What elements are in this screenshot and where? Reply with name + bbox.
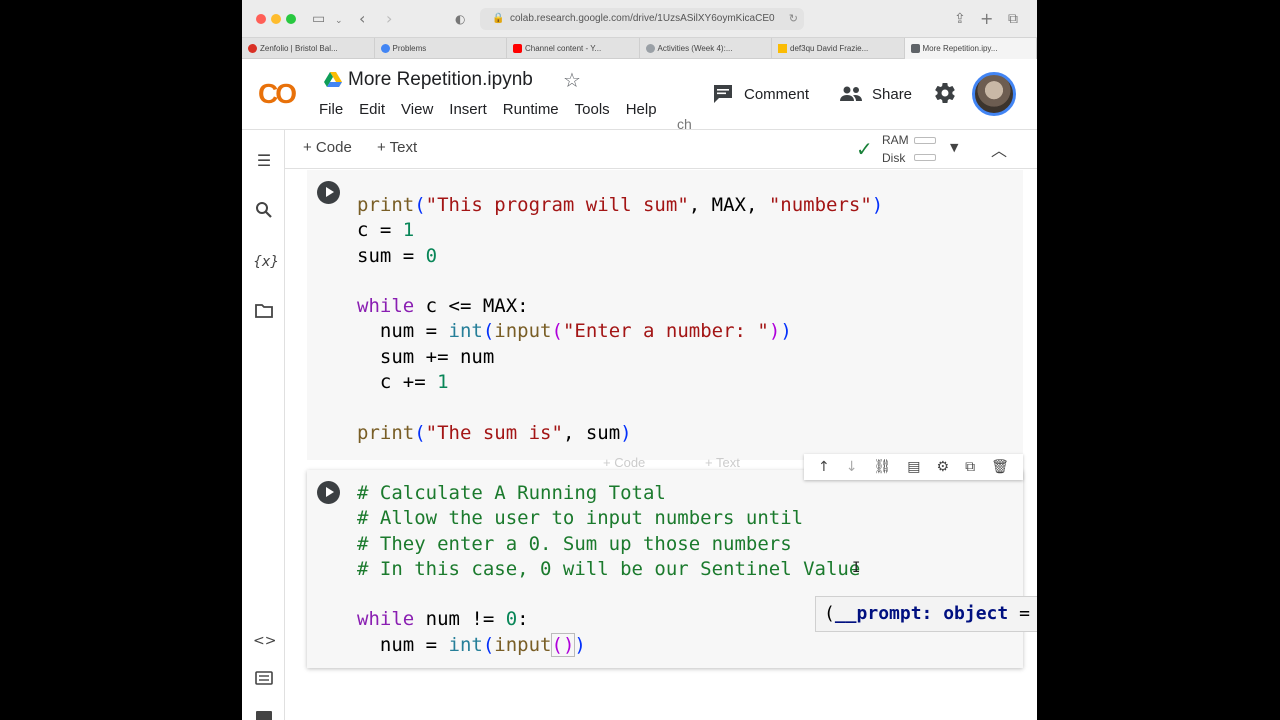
tab-label: def3qu David Frazie... [790, 44, 869, 53]
avatar[interactable] [972, 72, 1016, 116]
chevron-down-icon[interactable]: ▼ [950, 141, 958, 154]
tab-activities[interactable]: Activities (Week 4):... [640, 38, 772, 59]
terminal-icon[interactable] [253, 708, 275, 720]
menu-view[interactable]: View [401, 101, 433, 118]
zenfolio-favicon-icon [248, 44, 257, 53]
insert-code-button[interactable]: + Code [603, 455, 645, 470]
menu-file[interactable]: File [319, 101, 343, 118]
search-icon[interactable] [253, 201, 275, 223]
back-icon[interactable]: ‹ [359, 9, 365, 29]
logo-text: CO [258, 78, 297, 109]
tooltip-param: __prompt: object [834, 603, 1009, 624]
tab-label: Channel content - Y... [525, 44, 602, 53]
colab-logo[interactable]: CO [258, 78, 297, 110]
people-icon [840, 86, 862, 101]
menu-runtime[interactable]: Runtime [503, 101, 559, 118]
settings-icon[interactable]: ⚙ [937, 459, 950, 475]
privacy-shield-icon[interactable]: ◐ [455, 9, 465, 29]
comment-label: Comment [744, 85, 810, 103]
comment-button[interactable]: Comment [712, 82, 809, 106]
tab-more-repetition[interactable]: More Repetition.ipy... [904, 38, 1037, 59]
tooltip-rest: = ..., /) -> [1019, 603, 1030, 624]
left-rail: ☰ {x} <> [242, 130, 285, 720]
menu-tools[interactable]: Tools [575, 101, 610, 118]
delete-icon[interactable]: 🗑 [991, 459, 1009, 475]
tooltip-open-paren: ( [824, 603, 835, 624]
share-label: Share [872, 85, 913, 103]
colab-header: CO More Repetition.ipynb ☆ File Edit Vie… [242, 60, 1037, 132]
variables-icon[interactable]: {x} [253, 251, 279, 273]
mirror-icon[interactable]: ⧉ [965, 459, 975, 475]
code-editor[interactable]: print("This program will sum", MAX, "num… [357, 193, 883, 446]
tab-label: Problems [392, 44, 427, 53]
minimize-window-button[interactable] [271, 14, 281, 24]
tab-label: Activities (Week 4):... [657, 44, 733, 53]
ram-usage-bar[interactable] [914, 137, 936, 144]
tab-overview-icon[interactable]: ⧉ [1008, 9, 1018, 29]
share-sheet-icon[interactable]: ⇪ [954, 9, 966, 29]
url-text: colab.research.google.com/drive/1UzsASil… [510, 13, 775, 24]
cell-toolbar: ↑ ↓ ⛓ ▤ ⚙ ⧉ 🗑 [804, 454, 1023, 480]
lock-icon: 🔒 [492, 13, 505, 24]
code-editor[interactable]: # Calculate A Running Total # Allow the … [357, 481, 860, 658]
drive-icon[interactable] [324, 72, 342, 88]
menu-insert[interactable]: Insert [449, 101, 487, 118]
menu-edit[interactable]: Edit [359, 101, 385, 118]
problems-favicon-icon [380, 44, 390, 53]
forward-icon[interactable]: › [386, 9, 392, 29]
signature-tooltip: (__prompt: object = ..., /) -> str [815, 596, 1037, 632]
notebook-title[interactable]: More Repetition.ipynb [348, 69, 533, 91]
tab-problems[interactable]: Problems [375, 38, 507, 59]
star-icon[interactable]: ☆ [563, 68, 581, 92]
code-snippets-icon[interactable]: <> [253, 630, 276, 652]
add-code-button[interactable]: + Code [303, 139, 352, 156]
google-favicon-icon [910, 44, 920, 53]
disk-label: Disk [882, 151, 906, 165]
tab-label: Zenfolio | Bristol Bal... [260, 44, 338, 53]
ram-label: RAM [882, 133, 909, 147]
disk-usage-bar[interactable] [914, 154, 936, 161]
move-up-icon[interactable]: ↑ [818, 459, 830, 475]
folder-icon[interactable] [253, 302, 275, 324]
close-window-button[interactable] [256, 14, 266, 24]
code-cell-1[interactable]: print("This program will sum", MAX, "num… [307, 170, 1023, 460]
run-cell-button[interactable] [317, 481, 340, 504]
insert-text-button[interactable]: + Text [705, 455, 740, 470]
tab-zenfolio[interactable]: Zenfolio | Bristol Bal... [242, 38, 375, 59]
link-icon[interactable]: ⛓ [874, 459, 892, 475]
browser-toolbar: ▭ ⌄ ‹ › ◐ 🔒 colab.research.google.com/dr… [242, 0, 1037, 38]
tab-bar: Zenfolio | Bristol Bal... Problems Chann… [242, 38, 1037, 59]
address-bar[interactable]: 🔒 colab.research.google.com/drive/1UzsAS… [480, 8, 804, 30]
zoom-window-button[interactable] [286, 14, 296, 24]
comment-icon [714, 85, 732, 103]
chevron-down-icon[interactable]: ⌄ [335, 11, 343, 31]
reload-icon[interactable]: ↻ [789, 8, 798, 30]
tab-channel-content[interactable]: Channel content - Y... [507, 38, 640, 59]
new-tab-icon[interactable]: + [980, 9, 993, 29]
tab-label: More Repetition.ipy... [922, 44, 998, 53]
notebook-area: print("This program will sum", MAX, "num… [285, 170, 1037, 720]
collapse-header-icon[interactable]: ︿ [991, 137, 1007, 161]
tab-drive-folder[interactable]: def3qu David Frazie... [772, 38, 905, 59]
menu-bar: File Edit View Insert Runtime Tools Help [319, 101, 673, 118]
share-button[interactable]: Share [840, 82, 912, 106]
move-down-icon[interactable]: ↓ [846, 459, 858, 475]
menu-help[interactable]: Help [626, 101, 657, 118]
comment-icon[interactable]: ▤ [907, 459, 920, 475]
youtube-favicon-icon [513, 44, 522, 53]
code-cell-2[interactable]: # Calculate A Running Total # Allow the … [307, 470, 1023, 668]
sidebar-toggle-icon[interactable]: ▭ [312, 9, 325, 29]
activities-favicon-icon [645, 44, 655, 53]
terminal-list-icon[interactable] [253, 669, 275, 691]
connected-check-icon: ✓ [856, 137, 873, 161]
add-text-button[interactable]: + Text [377, 139, 417, 156]
text-cursor-icon: I [852, 560, 861, 576]
gear-icon[interactable] [933, 81, 957, 105]
run-cell-button[interactable] [317, 181, 340, 204]
browser-window: ▭ ⌄ ‹ › ◐ 🔒 colab.research.google.com/dr… [242, 0, 1037, 720]
drive-favicon-icon [778, 44, 787, 53]
notebook-toolbar: + Code + Text ✓ RAM Disk ▼ ︿ [285, 130, 1037, 169]
toc-icon[interactable]: ☰ [253, 150, 275, 172]
